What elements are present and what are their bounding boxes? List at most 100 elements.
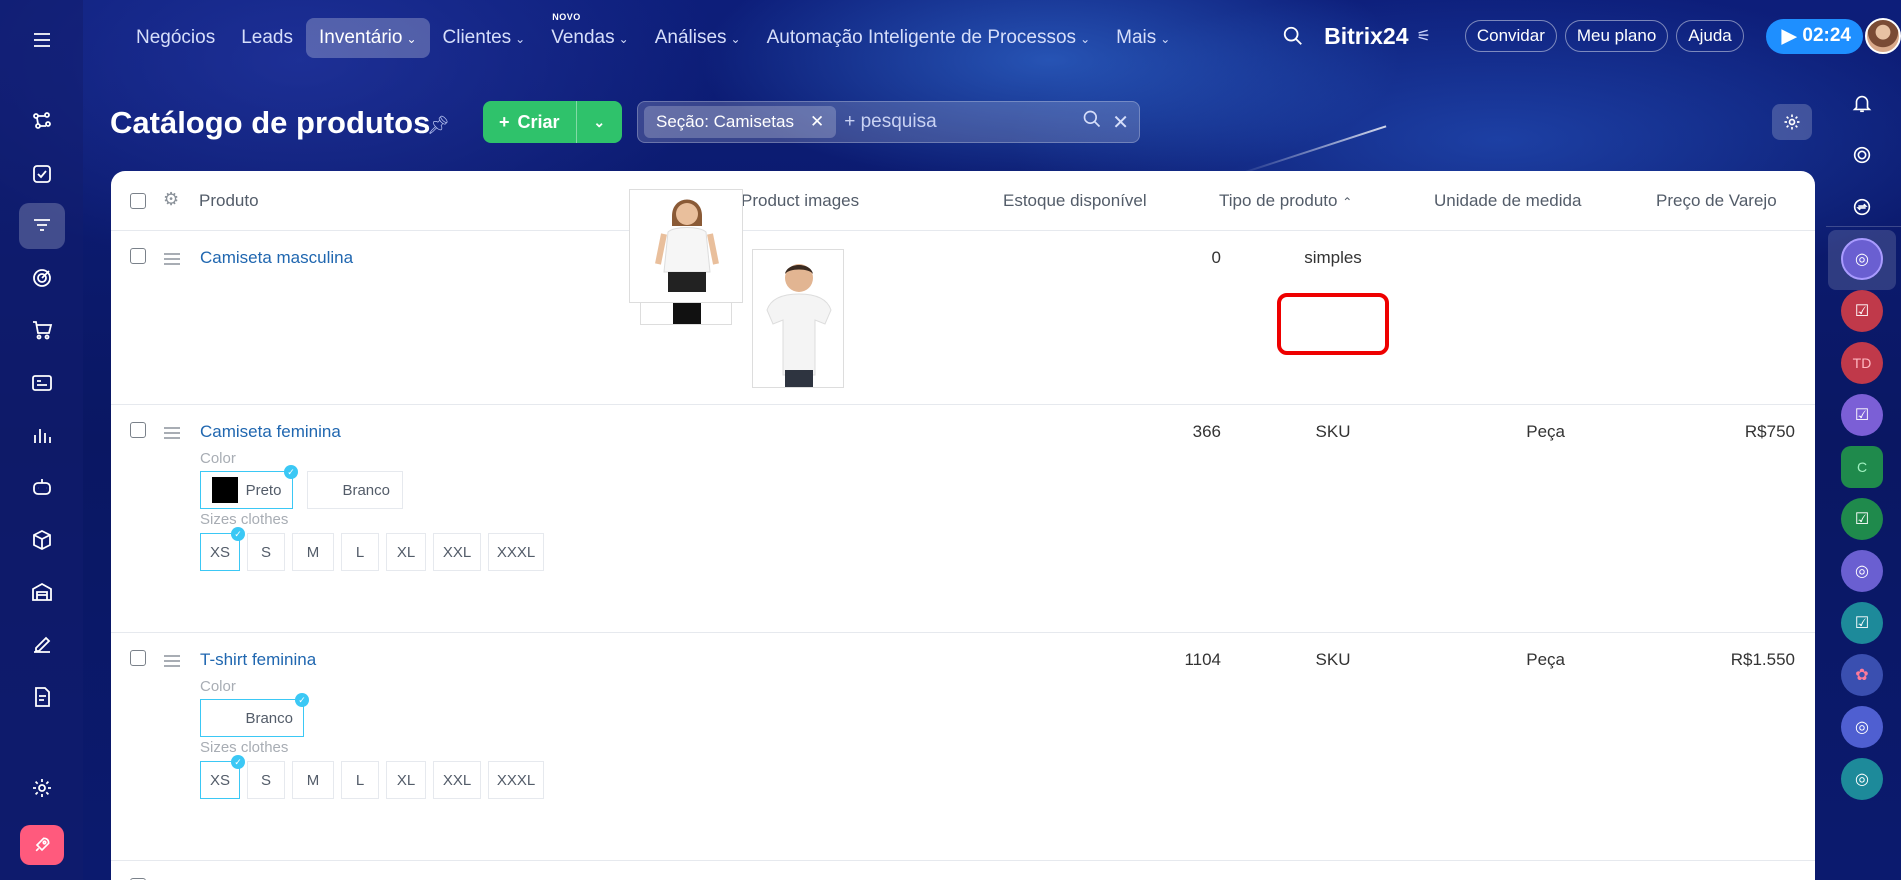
nav-inventario[interactable]: Inventário ⌄ (306, 18, 430, 58)
close-icon[interactable]: ✕ (810, 112, 824, 132)
size-option-xxl[interactable]: XXL (433, 761, 481, 799)
col-product[interactable]: Produto (199, 191, 259, 211)
product-name-link[interactable]: T-shirt feminina (200, 650, 316, 670)
document-icon[interactable] (19, 674, 65, 720)
row-checkbox[interactable] (130, 422, 146, 438)
product-image[interactable] (752, 249, 844, 388)
size-option-l[interactable]: L (341, 533, 379, 571)
settings-icon[interactable] (19, 765, 65, 811)
nav-leads[interactable]: Leads (228, 18, 306, 58)
box-icon[interactable] (19, 517, 65, 563)
pin-icon[interactable]: 📌︎ (427, 115, 450, 136)
table-row[interactable] (111, 861, 1815, 880)
task-chat-icon[interactable]: ☑ (1841, 394, 1883, 436)
rocket-icon[interactable] (20, 825, 64, 865)
create-main[interactable]: + Criar (483, 101, 577, 143)
row-checkbox[interactable] (130, 650, 146, 666)
drag-handle-icon[interactable] (164, 655, 180, 670)
chevron-down-icon: ⌄ (515, 32, 526, 46)
table-row[interactable]: Camiseta masculina 0 simples (111, 231, 1815, 405)
avatar[interactable]: TD (1841, 342, 1883, 384)
size-option-xxxl[interactable]: XXXL (488, 533, 544, 571)
help-button[interactable]: Ajuda (1676, 20, 1744, 52)
col-unit[interactable]: Unidade de medida (1434, 191, 1581, 211)
col-images[interactable]: Product images (741, 191, 859, 211)
chat-icon[interactable]: ◎ (1841, 550, 1883, 592)
nav-negocios[interactable]: Negócios (123, 18, 228, 58)
drag-handle-icon[interactable] (164, 427, 180, 442)
gear-icon[interactable] (1772, 104, 1812, 140)
sync-icon[interactable] (1841, 186, 1883, 228)
col-type[interactable]: Tipo de produto ⌃ (1219, 191, 1352, 211)
size-option-xxxl[interactable]: XXXL (488, 761, 544, 799)
brand-logo[interactable]: Bitrix24 (1324, 23, 1408, 50)
chat-icon[interactable]: ◎ (1841, 758, 1883, 800)
task-chat-icon[interactable]: ☑ (1841, 290, 1883, 332)
invite-button[interactable]: Convidar (1464, 20, 1557, 52)
size-option-xs[interactable]: XS ✓ (200, 527, 245, 571)
filter-bar[interactable]: Seção: Camisetas ✕ + pesquisa ✕ (637, 101, 1140, 143)
channel-icon[interactable]: C (1841, 446, 1883, 488)
size-option-m[interactable]: M (292, 533, 334, 571)
plan-button[interactable]: Meu plano (1564, 20, 1669, 52)
color-option-branco[interactable]: Branco ✓ (200, 693, 309, 737)
nav-automacao[interactable]: Automação Inteligente de Processos ⌄ (754, 18, 1104, 58)
drag-handle-icon[interactable] (164, 253, 180, 268)
inventory-icon[interactable] (19, 203, 65, 249)
chat-icon[interactable]: ◎ (1841, 238, 1883, 280)
robot-icon[interactable] (19, 464, 65, 510)
sliders-icon[interactable]: ⚟ (1417, 26, 1431, 46)
size-option-xl[interactable]: XL (386, 533, 426, 571)
nav-vendas[interactable]: NOVO Vendas ⌄ (538, 12, 641, 58)
size-option-s[interactable]: S (247, 761, 285, 799)
color-option-branco[interactable]: Branco (307, 471, 403, 509)
search-icon[interactable] (1278, 21, 1308, 51)
avatar[interactable] (1865, 18, 1901, 54)
chat-icon[interactable]: ◎ (1841, 706, 1883, 748)
target-icon[interactable] (19, 255, 65, 301)
bell-icon[interactable] (1841, 82, 1883, 124)
nav-mais[interactable]: Mais ⌄ (1103, 18, 1183, 58)
select-all-checkbox[interactable] (130, 193, 146, 209)
chevron-down-icon[interactable]: ⌄ (577, 114, 622, 131)
product-image[interactable] (629, 189, 743, 303)
crm-icon[interactable] (19, 98, 65, 144)
product-name-link[interactable]: Camiseta feminina (200, 422, 341, 442)
task-chat-icon[interactable]: ☑ (1841, 498, 1883, 540)
color-option-preto[interactable]: Preto ✓ (200, 465, 298, 509)
nav-clientes[interactable]: Clientes ⌄ (430, 18, 539, 58)
contacts-icon[interactable] (19, 360, 65, 406)
analytics-icon[interactable] (19, 412, 65, 458)
col-price[interactable]: Preço de Varejo (1656, 191, 1777, 211)
timer-button[interactable]: ▶ 02:24 (1765, 18, 1863, 54)
avatar[interactable]: ✿ (1841, 654, 1883, 696)
menu-icon[interactable] (19, 17, 65, 63)
warehouse-icon[interactable] (19, 569, 65, 615)
pulse-icon[interactable] (1841, 134, 1883, 176)
table-row[interactable]: T-shirt feminina Color Branco ✓ Sizes clo… (111, 189, 1815, 861)
col-stock[interactable]: Estoque disponível (1003, 191, 1147, 211)
gear-icon[interactable]: ⚙ (163, 189, 179, 210)
product-name-link[interactable]: Camiseta masculina (200, 248, 353, 268)
size-option-xs[interactable]: XS ✓ (200, 755, 245, 799)
clear-icon[interactable]: ✕ (1112, 110, 1129, 135)
search-icon[interactable] (1082, 109, 1102, 135)
size-label: XXL (442, 771, 472, 789)
size-option-l[interactable]: L (341, 761, 379, 799)
tasks-icon[interactable] (19, 151, 65, 197)
task-chat-icon[interactable]: ☑ (1841, 602, 1883, 644)
size-option-xxl[interactable]: XXL (433, 533, 481, 571)
row-checkbox[interactable] (130, 248, 146, 264)
search-input[interactable]: + pesquisa (844, 111, 1082, 133)
nav-analises[interactable]: Análises ⌄ (642, 18, 754, 58)
size-option-m[interactable]: M (292, 761, 334, 799)
create-button[interactable]: + Criar ⌄ (483, 101, 622, 143)
check-icon: ✓ (231, 755, 245, 769)
table-row[interactable]: Camiseta feminina Color Preto ✓ Branco Si… (111, 189, 1815, 633)
size-option-xl[interactable]: XL (386, 761, 426, 799)
filter-chip[interactable]: Seção: Camisetas ✕ (644, 106, 837, 138)
cart-icon[interactable] (19, 307, 65, 353)
size-option-s[interactable]: S (247, 533, 285, 571)
sign-icon[interactable] (19, 621, 65, 667)
size-label: XXXL (496, 771, 536, 789)
